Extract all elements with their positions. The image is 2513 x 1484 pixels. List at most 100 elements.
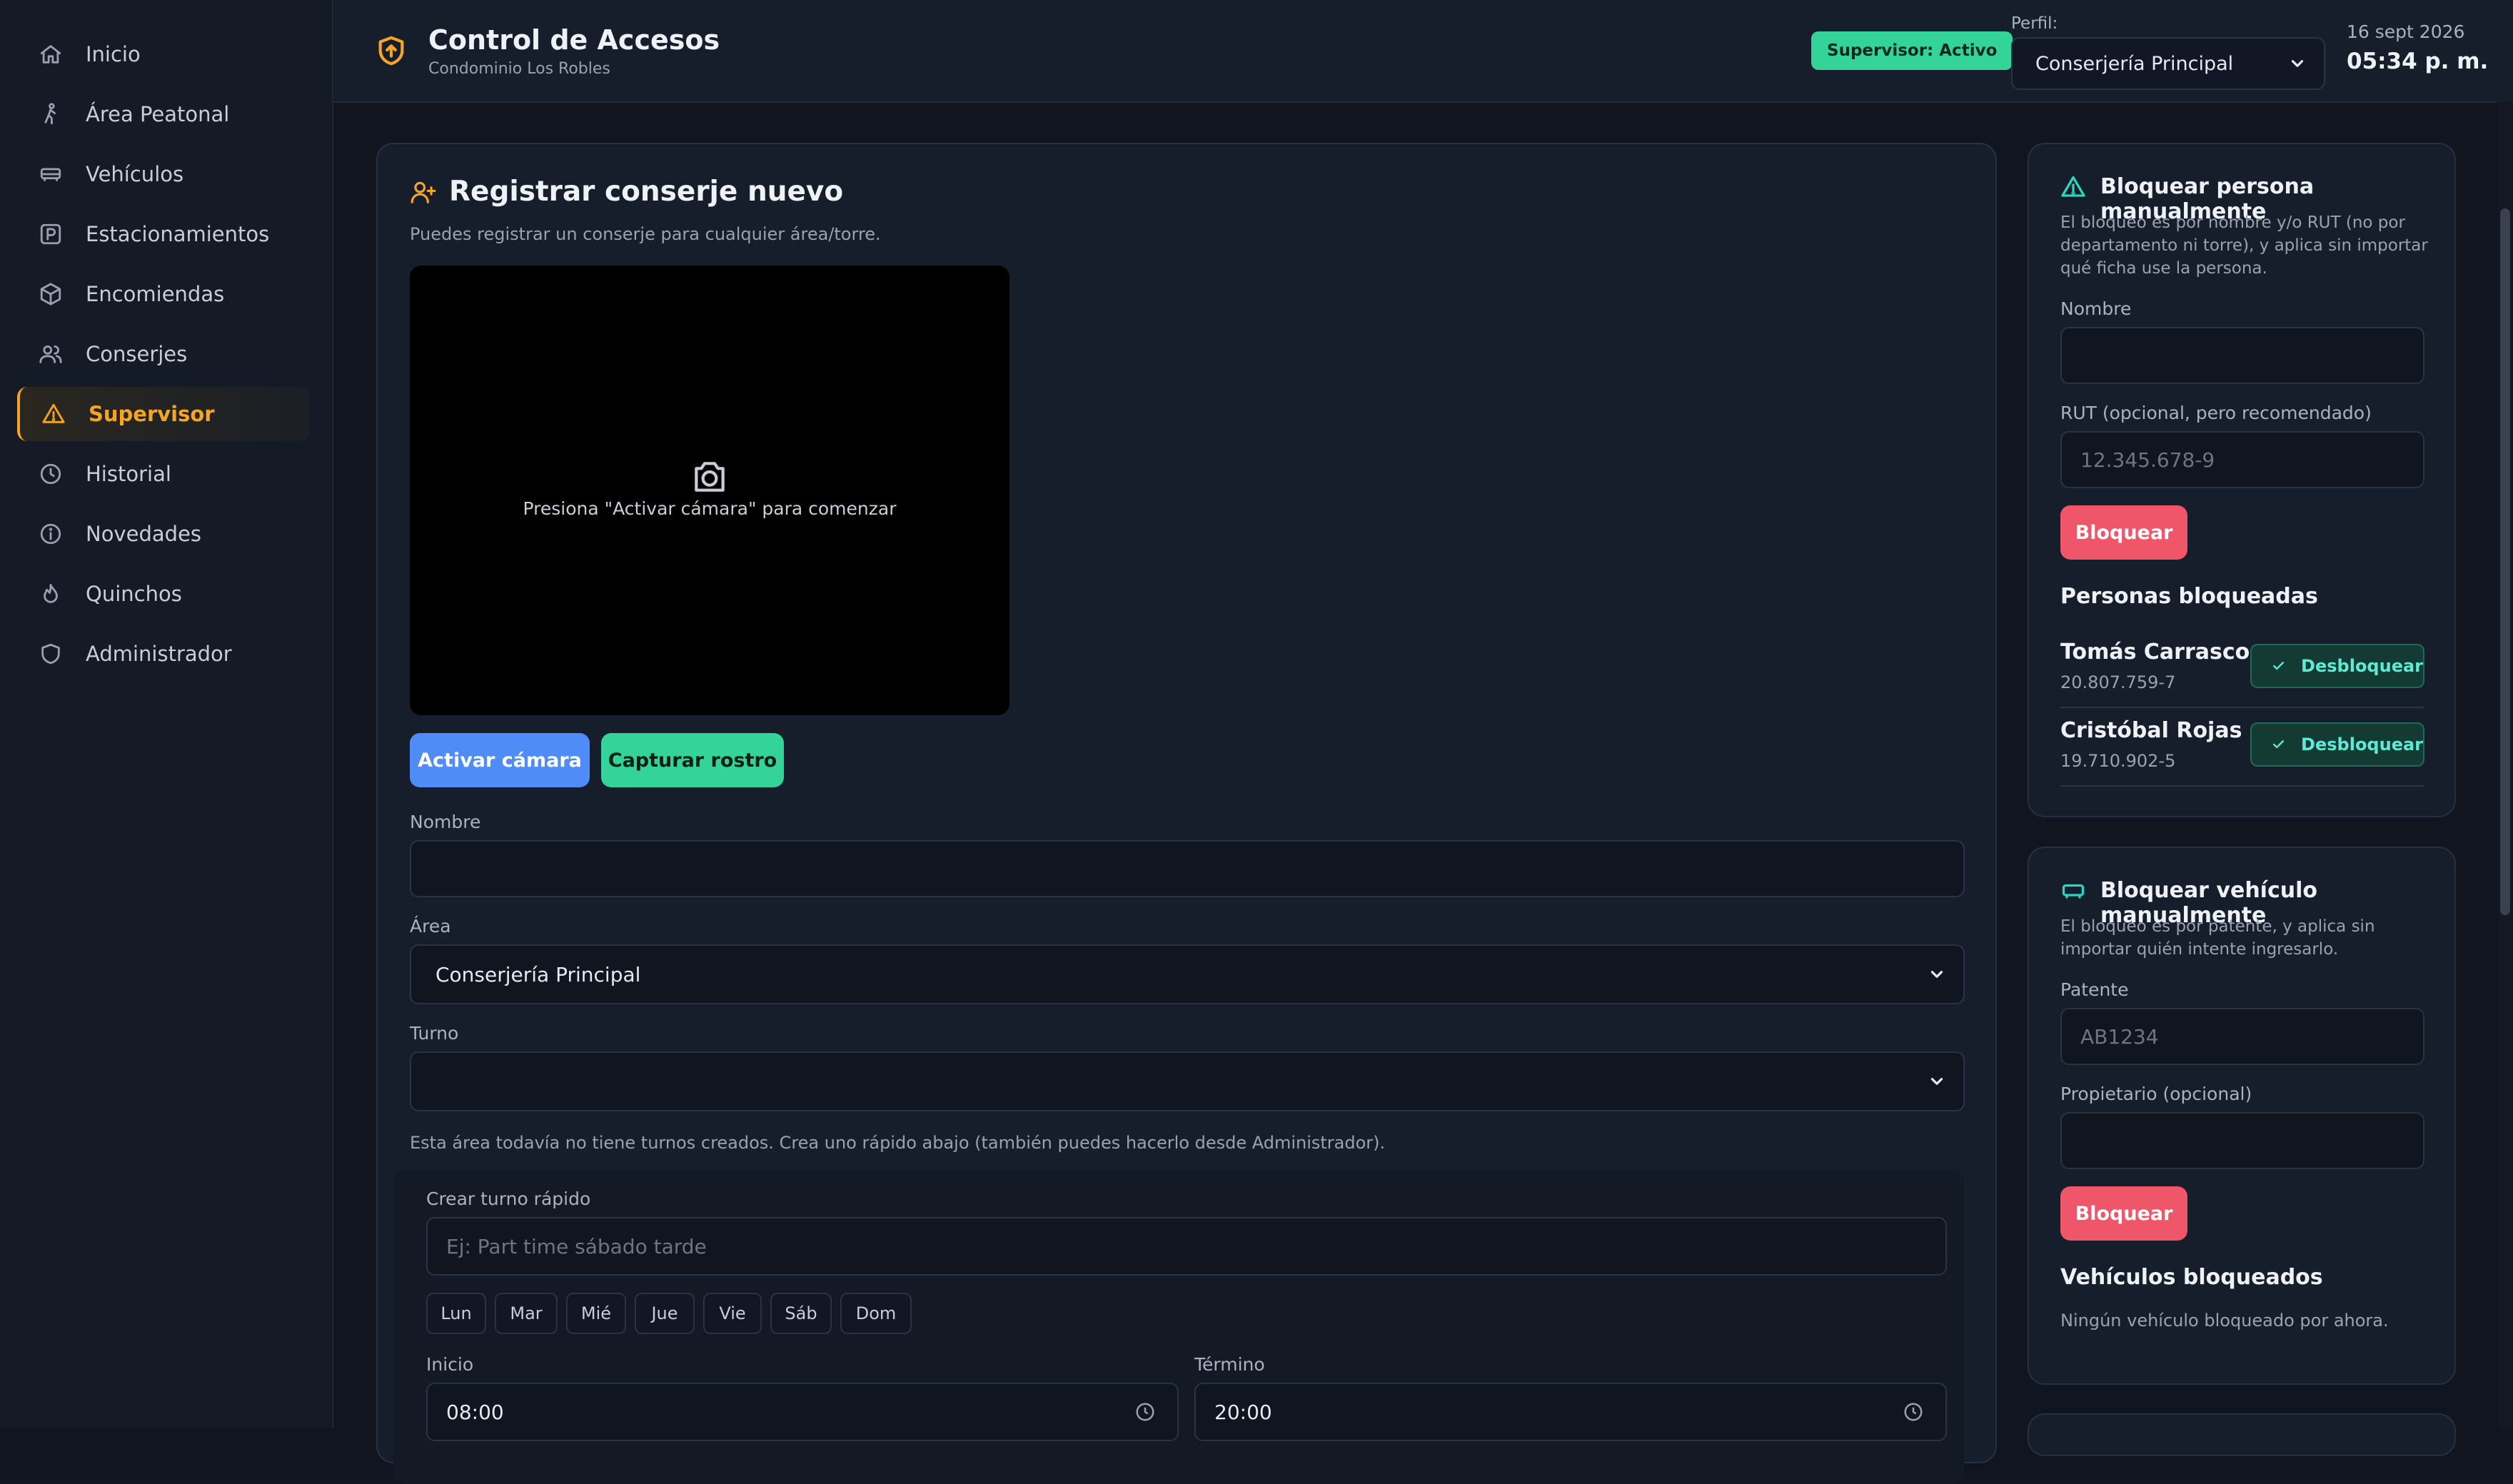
- capture-face-button[interactable]: Capturar rostro: [601, 733, 784, 787]
- quick-shift-input[interactable]: Ej: Part time sábado tarde: [426, 1217, 1947, 1276]
- block-person-card: Bloquear persona manualmente El bloqueo …: [2028, 143, 2456, 817]
- top-header: Control de Accesos Condominio Los Robles…: [333, 0, 2513, 103]
- day-toggle-jue[interactable]: Jue: [635, 1293, 695, 1334]
- block-rut-label: RUT (opcional, pero recomendado): [2060, 403, 2372, 423]
- sidebar-item-label: Encomiendas: [86, 282, 225, 306]
- sidebar-item-label: Novedades: [86, 522, 201, 546]
- blocked-vehicles-empty: Ningún vehículo bloqueado por ahora.: [2060, 1311, 2389, 1331]
- walking-person-icon: [37, 101, 64, 128]
- chevron-down-icon: [1928, 965, 1946, 984]
- day-toggles: Lun Mar Mié Jue Vie Sáb Dom: [426, 1293, 926, 1334]
- sidebar-item-quinchos[interactable]: Quinchos: [17, 567, 310, 621]
- sidebar-item-area-peatonal[interactable]: Área Peatonal: [17, 87, 310, 141]
- status-badge: Supervisor: Activo: [1811, 31, 2013, 70]
- unblock-button[interactable]: Desbloquear: [2250, 644, 2424, 688]
- home-icon: [37, 41, 64, 68]
- check-icon: [2272, 662, 2285, 670]
- sidebar-item-label: Área Peatonal: [86, 102, 230, 126]
- camera-hint: Presiona "Activar cámara" para comenzar: [523, 498, 897, 519]
- day-toggle-sab[interactable]: Sáb: [770, 1293, 832, 1334]
- quick-shift-panel: Crear turno rápido Ej: Part time sábado …: [393, 1170, 1964, 1484]
- info-icon: [37, 520, 64, 547]
- sidebar-item-estacionamientos[interactable]: Estacionamientos: [17, 207, 310, 261]
- clock-icon: [1903, 1401, 1924, 1423]
- package-icon: [37, 281, 64, 308]
- turno-select[interactable]: [410, 1051, 1965, 1111]
- sidebar-item-administrador[interactable]: Administrador: [17, 627, 310, 681]
- blocked-person-name: Tomás Carrasco: [2060, 640, 2250, 665]
- block-rut-field[interactable]: 12.345.678-9: [2060, 431, 2424, 488]
- sidebar-item-label: Vehículos: [86, 162, 184, 186]
- blocked-person-name: Cristóbal Rojas: [2060, 718, 2242, 743]
- perfil-select[interactable]: Conserjería Principal: [2011, 37, 2325, 90]
- activate-camera-button[interactable]: Activar cámara: [410, 733, 590, 787]
- register-concierge-card: Registrar conserje nuevo Puedes registra…: [376, 143, 1997, 1484]
- scrollbar[interactable]: [2497, 101, 2513, 1428]
- page-title: Control de Accesos: [428, 24, 720, 56]
- car-icon: [2060, 878, 2086, 904]
- day-toggle-mar[interactable]: Mar: [495, 1293, 558, 1334]
- block-person-desc: El bloqueo es por nombre y/o RUT (no por…: [2060, 213, 2428, 278]
- sidebar-item-supervisor[interactable]: Supervisor: [17, 387, 310, 441]
- sidebar-item-inicio[interactable]: Inicio: [17, 27, 310, 81]
- quick-shift-label: Crear turno rápido: [426, 1188, 591, 1209]
- block-nombre-label: Nombre: [2060, 298, 2132, 319]
- sidebar-nav: Inicio Área Peatonal Vehículos Estaciona…: [17, 27, 310, 687]
- block-person-button[interactable]: Bloquear: [2060, 505, 2187, 560]
- divider: [2060, 785, 2424, 787]
- sidebar-item-label: Administrador: [86, 642, 232, 666]
- sidebar-item-conserjes[interactable]: Conserjes: [17, 327, 310, 381]
- next-card: [2028, 1413, 2456, 1456]
- sidebar-item-label: Supervisor: [89, 402, 215, 426]
- patente-label: Patente: [2060, 979, 2129, 1000]
- car-icon: [37, 161, 64, 188]
- current-date: 16 sept 2026: [2347, 21, 2465, 42]
- sidebar-item-label: Estacionamientos: [86, 222, 270, 246]
- day-toggle-dom[interactable]: Dom: [840, 1293, 912, 1334]
- inicio-time-input[interactable]: 08:00: [426, 1383, 1179, 1441]
- register-subtitle: Puedes registrar un conserje para cualqu…: [410, 224, 881, 244]
- sidebar-item-historial[interactable]: Historial: [17, 447, 310, 501]
- parking-icon: [37, 221, 64, 248]
- owner-field[interactable]: [2060, 1112, 2424, 1169]
- patente-field[interactable]: AB1234: [2060, 1008, 2424, 1065]
- chevron-down-icon: [2288, 54, 2307, 73]
- area-value: Conserjería Principal: [435, 962, 641, 986]
- flame-icon: [37, 580, 64, 607]
- day-toggle-lun[interactable]: Lun: [426, 1293, 486, 1334]
- day-toggle-mie[interactable]: Mié: [566, 1293, 626, 1334]
- blocked-person-rut: 20.807.759-7: [2060, 672, 2176, 692]
- warning-triangle-icon: [2060, 174, 2086, 200]
- clock-icon: [37, 460, 64, 488]
- unblock-label: Desbloquear: [2301, 735, 2423, 754]
- warning-triangle-icon: [40, 400, 67, 428]
- area-label: Área: [410, 916, 451, 937]
- unblock-label: Desbloquear: [2301, 656, 2423, 676]
- users-icon: [37, 340, 64, 368]
- camera-preview: Presiona "Activar cámara" para comenzar: [410, 266, 1009, 715]
- sidebar-item-novedades[interactable]: Novedades: [17, 507, 310, 561]
- scrollbar-thumb[interactable]: [2500, 208, 2510, 915]
- termino-value: 20:00: [1214, 1400, 1272, 1424]
- inicio-value: 08:00: [446, 1400, 504, 1424]
- area-select[interactable]: Conserjería Principal: [410, 944, 1965, 1004]
- user-plus-icon: [410, 178, 437, 206]
- divider: [2060, 707, 2424, 708]
- blocked-person-rut: 19.710.902-5: [2060, 751, 2176, 771]
- unblock-button[interactable]: Desbloquear: [2250, 722, 2424, 767]
- termino-time-input[interactable]: 20:00: [1194, 1383, 1947, 1441]
- block-nombre-field[interactable]: [2060, 327, 2424, 384]
- nombre-field[interactable]: [410, 840, 1965, 897]
- termino-label: Término: [1194, 1354, 1265, 1375]
- turno-hint: Esta área todavía no tiene turnos creado…: [410, 1133, 1386, 1153]
- check-icon: [2272, 740, 2285, 749]
- sidebar-item-encomiendas[interactable]: Encomiendas: [17, 267, 310, 321]
- day-toggle-vie[interactable]: Vie: [703, 1293, 762, 1334]
- block-vehicle-button[interactable]: Bloquear: [2060, 1186, 2187, 1241]
- sidebar-item-vehiculos[interactable]: Vehículos: [17, 147, 310, 201]
- camera-icon: [690, 457, 730, 497]
- turno-label: Turno: [410, 1023, 459, 1044]
- sidebar-item-label: Inicio: [86, 42, 141, 66]
- nombre-label: Nombre: [410, 812, 481, 832]
- perfil-value: Conserjería Principal: [2035, 52, 2234, 75]
